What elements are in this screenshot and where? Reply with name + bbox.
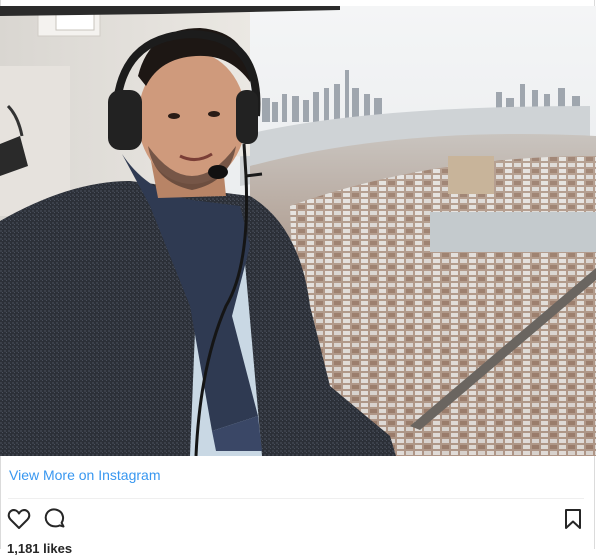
view-more-link[interactable]: View More on Instagram — [9, 467, 160, 483]
headset-left-cup — [108, 90, 142, 150]
right-eye — [208, 111, 220, 117]
comment-icon[interactable] — [43, 507, 67, 531]
divider — [8, 498, 584, 499]
left-eye — [168, 113, 180, 119]
bookmark-icon[interactable] — [563, 508, 583, 530]
post-photo[interactable] — [0, 6, 596, 456]
microphone — [208, 165, 228, 179]
headset-right-cup — [236, 90, 258, 144]
tower — [448, 156, 494, 194]
pond — [430, 212, 596, 252]
heart-icon[interactable] — [7, 508, 31, 530]
